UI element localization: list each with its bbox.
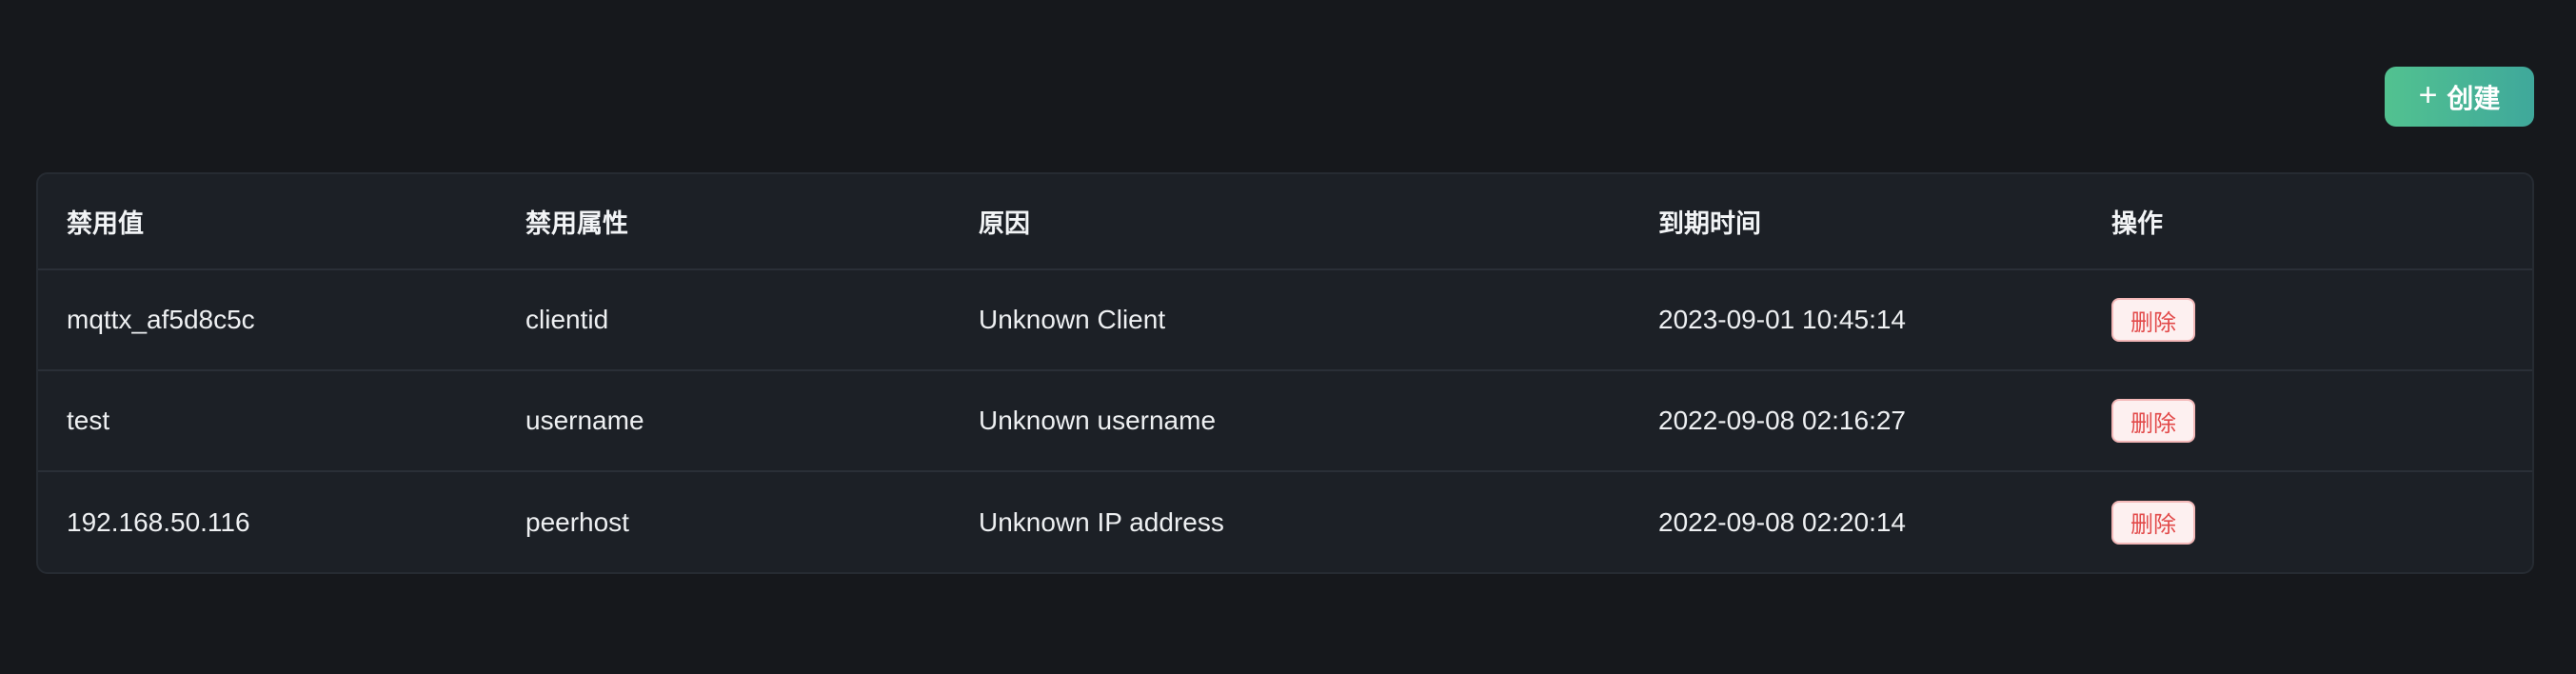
- cell-reason: Unknown username: [950, 370, 1630, 472]
- delete-button[interactable]: 删除: [2111, 500, 2195, 545]
- cell-reason: Unknown IP address: [979, 506, 1224, 537]
- table-header-row: 禁用值 禁用属性 原因 到期时间 操作: [38, 174, 2532, 270]
- table-row: 192.168.50.116 peerhost Unknown IP addre…: [38, 471, 2532, 572]
- header-actions: 操作: [2083, 174, 2532, 270]
- cell-banned-value: test: [38, 370, 497, 472]
- create-button[interactable]: + 创建: [2385, 67, 2534, 127]
- plus-icon: +: [2418, 77, 2438, 113]
- create-button-label: 创建: [2447, 83, 2501, 113]
- cell-expires-at: 2022-09-08 02:16:27: [1630, 370, 2083, 472]
- header-reason: 原因: [950, 174, 1630, 270]
- header-banned-value: 禁用值: [38, 174, 497, 270]
- banned-table: 禁用值 禁用属性 原因 到期时间 操作 mqttx_af5d8c5c clien…: [38, 174, 2532, 572]
- cell-banned-value: mqttx_af5d8c5c: [38, 269, 497, 371]
- cell-banned-value: 192.168.50.116: [67, 506, 250, 537]
- delete-button[interactable]: 删除: [2111, 298, 2195, 342]
- delete-button[interactable]: 删除: [2111, 399, 2195, 443]
- table-row: mqttx_af5d8c5c clientid Unknown Client 2…: [38, 269, 2532, 371]
- header-expires-at: 到期时间: [1630, 174, 2083, 270]
- cell-actions: 删除: [2083, 471, 2532, 572]
- banned-table-card: 禁用值 禁用属性 原因 到期时间 操作 mqttx_af5d8c5c clien…: [36, 172, 2534, 574]
- cell-banned-attribute: username: [497, 370, 950, 472]
- cell-actions: 删除: [2083, 269, 2532, 371]
- table-row: test username Unknown username 2022-09-0…: [38, 370, 2532, 472]
- cell-expires-at: 2022-09-08 02:20:14: [1658, 506, 1906, 537]
- header-banned-attribute: 禁用属性: [497, 174, 950, 270]
- cell-banned-attribute: clientid: [497, 269, 950, 371]
- cell-expires-at: 2023-09-01 10:45:14: [1630, 269, 2083, 371]
- cell-reason: Unknown Client: [950, 269, 1630, 371]
- banned-clients-page: + 创建 禁用值 禁用属性 原因 到期时间 操作 mqttx_af5d8c5c …: [0, 0, 2576, 674]
- cell-banned-attribute: peerhost: [525, 506, 629, 537]
- cell-actions: 删除: [2083, 370, 2532, 472]
